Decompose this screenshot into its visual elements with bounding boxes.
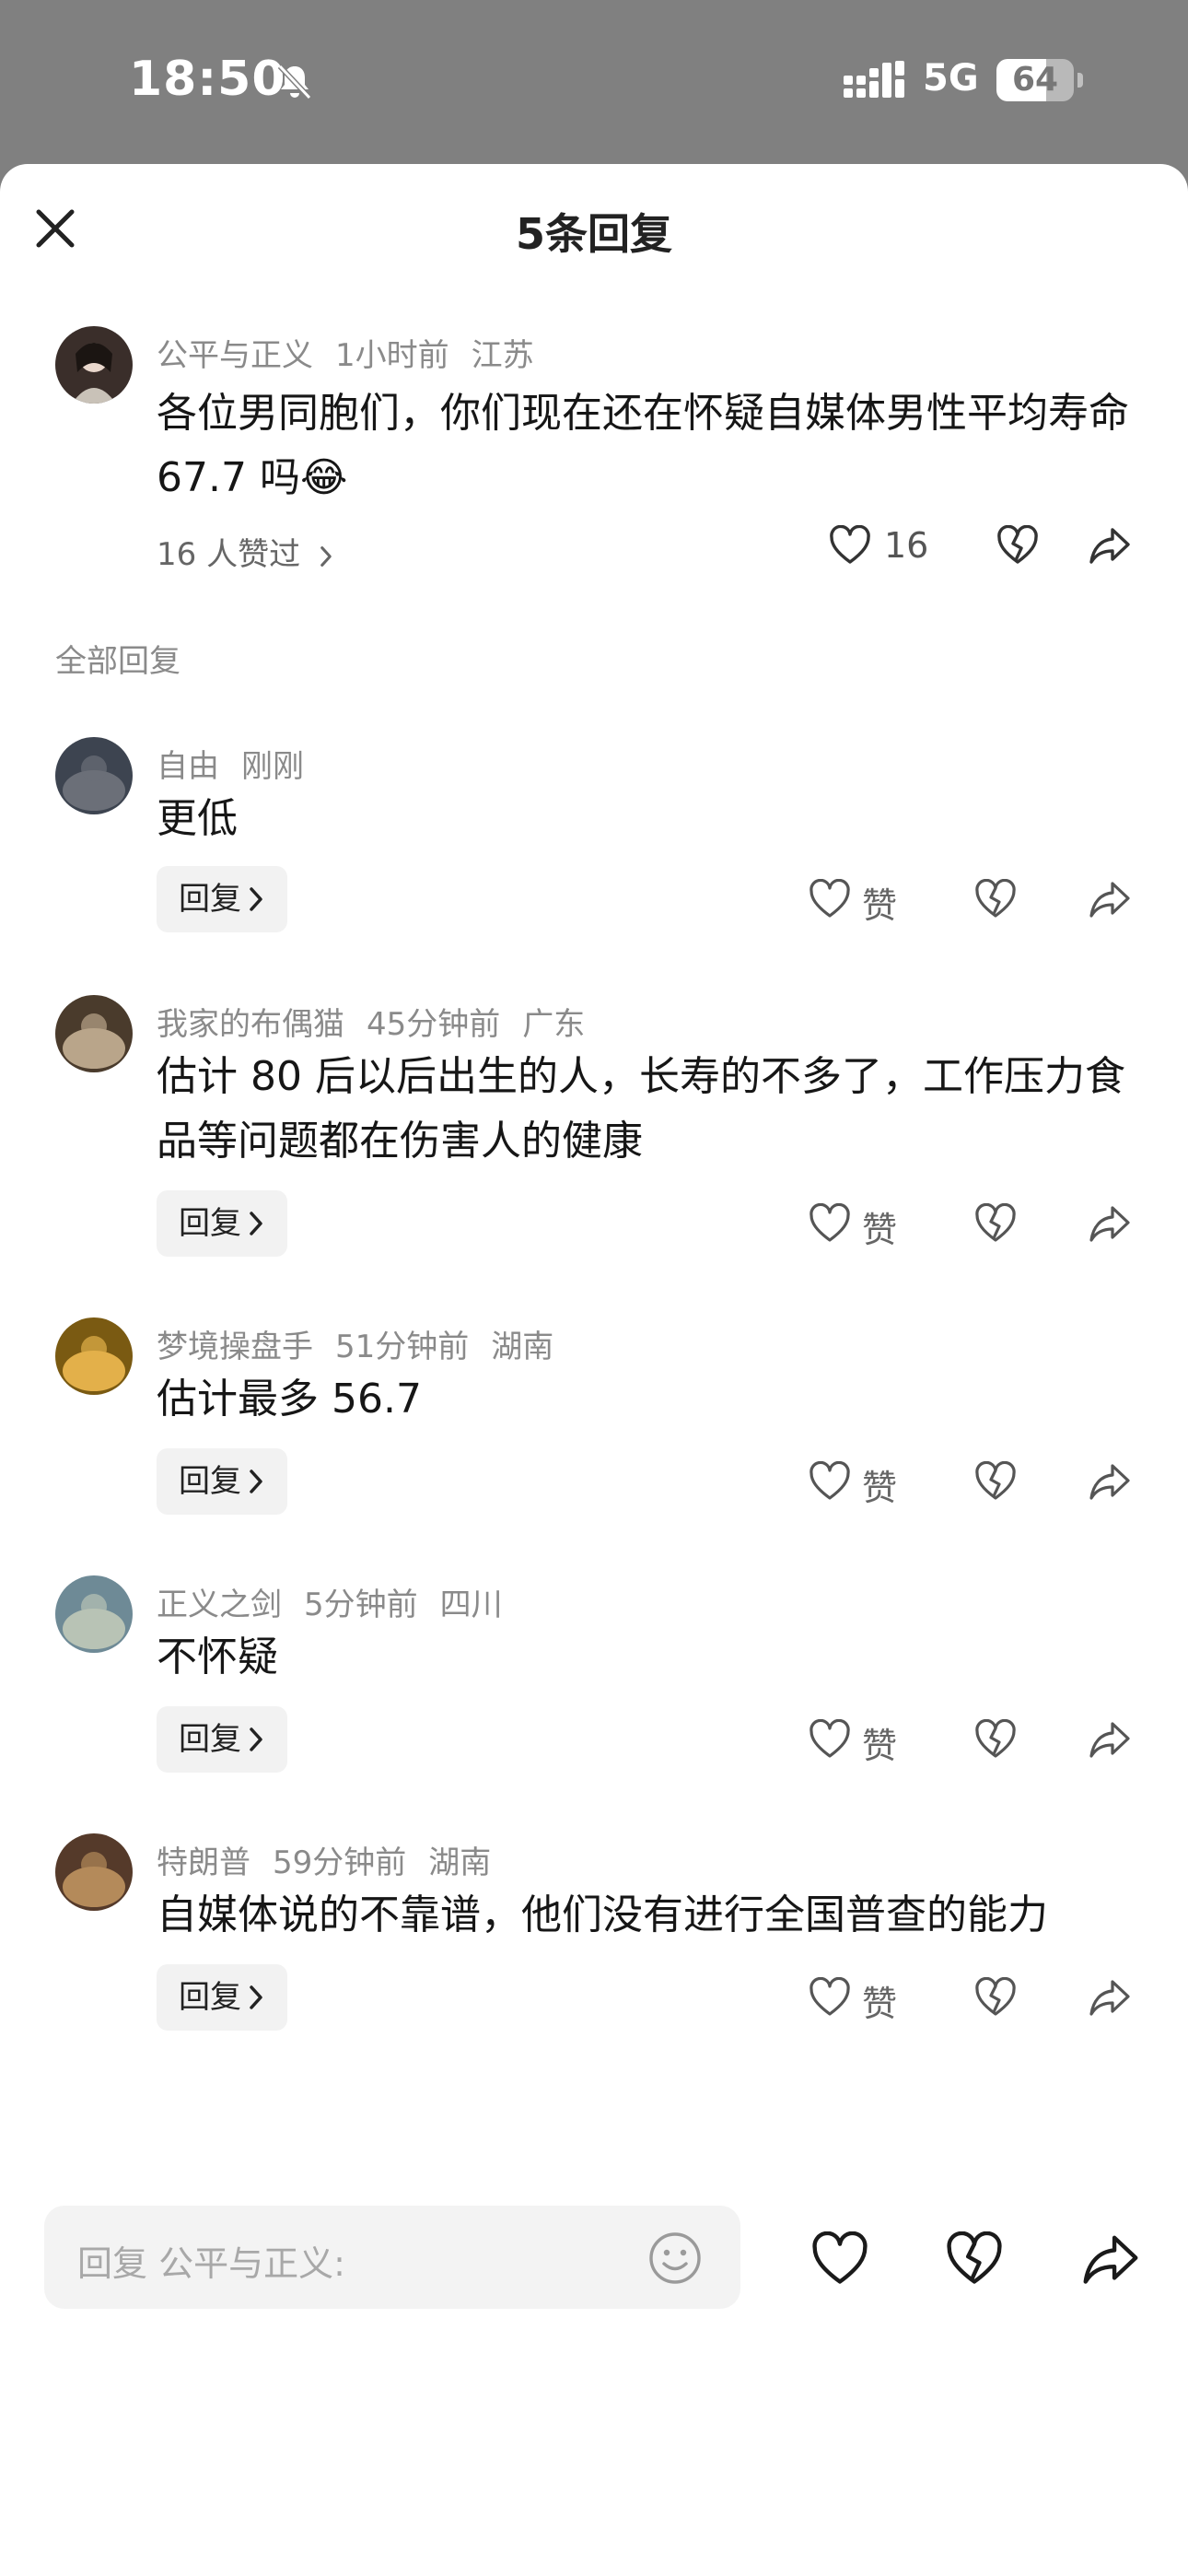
share-icon[interactable] — [1089, 1203, 1131, 1244]
status-bar: 18:50 5G 64 — [0, 0, 1188, 164]
reply-text: 估计 80 后以后出生的人，长寿的不多了，工作压力食品等问题都在伤害人的健康 — [157, 1053, 1125, 1165]
reply-button-label: 回复 — [179, 881, 241, 918]
reply-time: 51分钟前 — [335, 1329, 470, 1365]
reply-location: 湖南 — [491, 1329, 554, 1365]
section-label: 全部回复 — [55, 643, 181, 680]
chevron-right-icon — [250, 1985, 262, 2009]
comment-location: 江苏 — [471, 337, 534, 374]
reply-author[interactable]: 正义之剑 — [157, 1587, 282, 1623]
share-icon[interactable] — [1089, 879, 1131, 919]
reply-author[interactable]: 我家的布偶猫 — [157, 1006, 344, 1043]
reply-input-placeholder: 回复 公平与正义: — [77, 2243, 345, 2284]
comment-text: 各位男同胞们，你们现在还在怀疑自媒体男性平均寿命 67.7 吗😂 — [157, 390, 1129, 501]
comment-meta: 公平与正义 1小时前 江苏 — [157, 330, 556, 375]
reply-location: 四川 — [439, 1587, 503, 1623]
broken-heart-icon[interactable] — [974, 1719, 1017, 1760]
reply-meta: 梦境操盘手 51分钟前 湖南 — [157, 1321, 576, 1366]
reply-text: 不怀疑 — [157, 1633, 278, 1680]
emoji-icon[interactable] — [646, 2230, 704, 2287]
broken-heart-icon[interactable] — [974, 879, 1017, 919]
reply-button[interactable]: 回复 — [157, 1964, 287, 2031]
avatar[interactable] — [55, 737, 133, 814]
avatar[interactable] — [55, 1833, 133, 1911]
reply-meta: 我家的布偶猫 45分钟前 广东 — [157, 999, 607, 1044]
chevron-right-icon — [250, 1727, 262, 1751]
broken-heart-icon[interactable] — [996, 525, 1039, 566]
reply-button[interactable]: 回复 — [157, 1706, 287, 1773]
avatar[interactable] — [55, 995, 133, 1072]
comment-author[interactable]: 公平与正义 — [157, 337, 313, 374]
status-time: 18:50 — [129, 52, 286, 107]
share-icon[interactable] — [1089, 1977, 1131, 2018]
battery-icon: 64 — [996, 59, 1083, 101]
heart-icon[interactable] — [809, 1719, 851, 1760]
reply-text: 估计最多 56.7 — [157, 1376, 422, 1423]
reply-location: 广东 — [522, 1006, 586, 1043]
network-type: 5G — [923, 57, 979, 100]
chevron-right-icon — [250, 1212, 262, 1235]
reply-author[interactable]: 梦境操盘手 — [157, 1329, 313, 1365]
heart-icon[interactable] — [809, 879, 851, 919]
share-icon[interactable] — [1089, 1461, 1131, 1502]
reply-button[interactable]: 回复 — [157, 1448, 287, 1515]
reply-time: 5分钟前 — [304, 1587, 418, 1623]
chevron-right-icon — [320, 546, 332, 567]
comment-time: 1小时前 — [335, 337, 449, 374]
reply-time: 59分钟前 — [273, 1844, 407, 1881]
reply-meta: 特朗普 59分钟前 湖南 — [157, 1837, 513, 1882]
reply-button[interactable]: 回复 — [157, 866, 287, 932]
broken-heart-icon[interactable] — [945, 2231, 1004, 2287]
reply-meta: 正义之剑 5分钟前 四川 — [157, 1579, 525, 1624]
sheet-title: 5条回复 — [515, 209, 672, 259]
reply-input[interactable]: 回复 公平与正义: — [44, 2206, 740, 2309]
heart-icon[interactable] — [829, 525, 871, 566]
chevron-right-icon — [250, 887, 262, 911]
heart-icon[interactable] — [809, 1203, 851, 1244]
battery-percent: 64 — [1011, 61, 1059, 99]
reply-time: 45分钟前 — [367, 1006, 501, 1043]
reply-button-label: 回复 — [179, 1205, 241, 1242]
like-label[interactable]: 赞 — [862, 877, 897, 928]
heart-icon[interactable] — [810, 2231, 869, 2287]
reply-button-label: 回复 — [179, 1463, 241, 1500]
likers-label: 16 人赞过 — [157, 536, 301, 573]
share-icon[interactable] — [1089, 525, 1131, 566]
avatar[interactable] — [55, 1575, 133, 1653]
reply-button[interactable]: 回复 — [157, 1190, 287, 1257]
reply-author[interactable]: 自由 — [157, 748, 219, 785]
reply-text: 更低 — [157, 795, 238, 842]
avatar[interactable] — [55, 326, 133, 404]
reply-text: 自媒体说的不靠谱，他们没有进行全国普查的能力 — [157, 1891, 1048, 1938]
chevron-right-icon — [250, 1469, 262, 1493]
like-count: 16 — [884, 525, 929, 566]
reply-button-label: 回复 — [179, 1721, 241, 1758]
heart-icon[interactable] — [809, 1461, 851, 1502]
avatar[interactable] — [55, 1317, 133, 1395]
share-icon[interactable] — [1081, 2231, 1140, 2287]
reply-author[interactable]: 特朗普 — [157, 1844, 250, 1881]
like-label[interactable]: 赞 — [862, 1717, 897, 1768]
share-icon[interactable] — [1089, 1719, 1131, 1760]
like-label[interactable]: 赞 — [862, 1459, 897, 1510]
like-label[interactable]: 赞 — [862, 1201, 897, 1252]
signal-icon — [844, 61, 904, 98]
likers-link[interactable]: 16 人赞过 — [157, 529, 332, 574]
bell-muted-icon — [277, 64, 312, 100]
like-label[interactable]: 赞 — [862, 1975, 897, 2026]
reply-button-label: 回复 — [179, 1979, 241, 2016]
broken-heart-icon[interactable] — [974, 1461, 1017, 1502]
replies-sheet: 5条回复 公平与正义 1小时前 江苏 各位男同胞们，你们现在还在怀疑自媒体男性平均寿… — [0, 164, 1188, 2576]
reply-time: 刚刚 — [241, 748, 304, 785]
broken-heart-icon[interactable] — [974, 1203, 1017, 1244]
broken-heart-icon[interactable] — [974, 1977, 1017, 2018]
heart-icon[interactable] — [809, 1977, 851, 2018]
reply-location: 湖南 — [428, 1844, 492, 1881]
reply-meta: 自由 刚刚 — [157, 741, 326, 786]
